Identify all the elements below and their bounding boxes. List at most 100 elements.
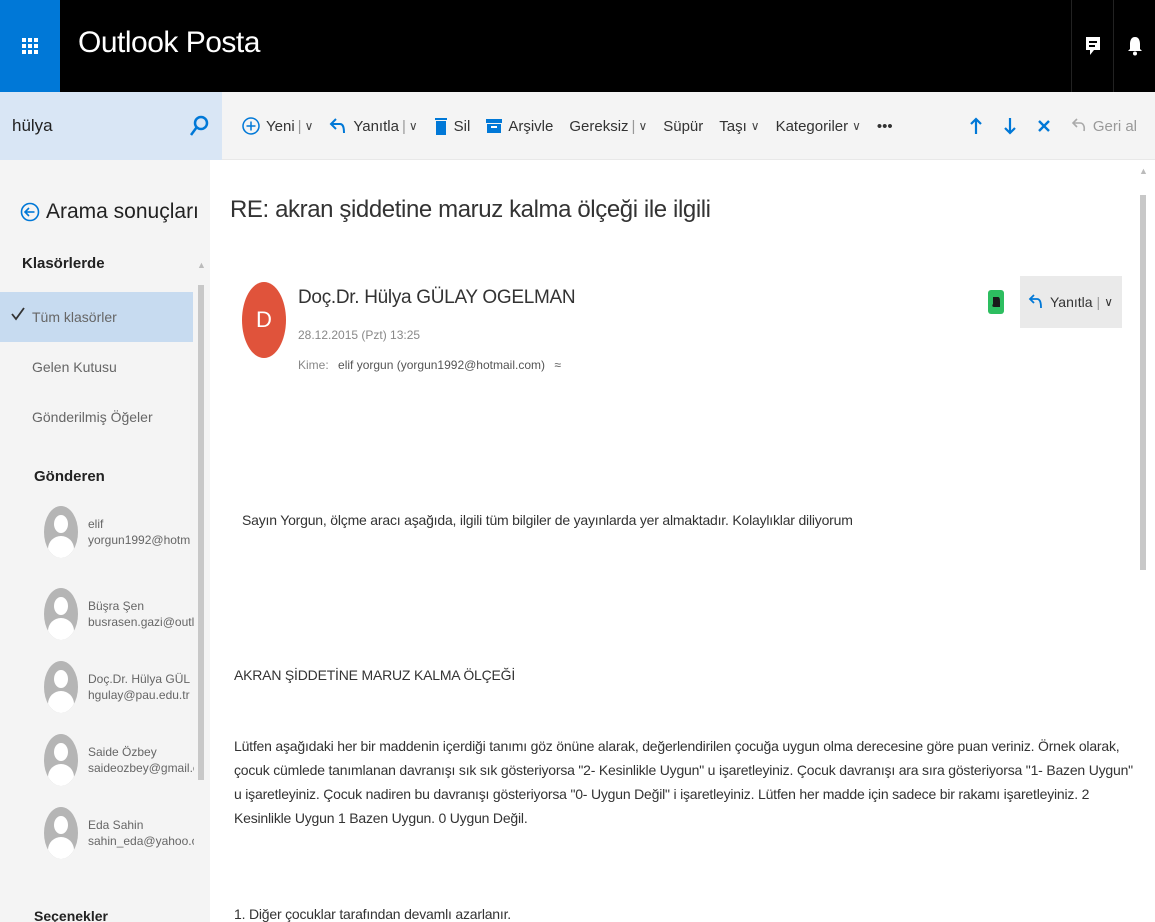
trash-icon <box>434 117 448 135</box>
reply-button-label: Yanıtla <box>1050 294 1093 310</box>
scroll-up-arrow-icon[interactable]: ▲ <box>197 260 206 270</box>
sender-avatar[interactable]: D <box>242 282 286 358</box>
folders-heading: Klasörlerde <box>22 255 105 272</box>
arrow-down-icon <box>1004 118 1016 135</box>
folder-sent-items[interactable]: Gönderilmiş Öğeler <box>0 392 193 442</box>
junk-button[interactable]: Gereksiz | ∨ <box>561 106 655 146</box>
chat-icon <box>1085 37 1100 55</box>
bell-icon <box>1127 37 1142 56</box>
avatar <box>44 588 78 640</box>
senders-heading: Gönderen <box>34 468 105 485</box>
sender-name: Büşra Şen <box>88 599 145 613</box>
search-input[interactable]: hülya <box>12 116 184 136</box>
sender-item[interactable]: Saide Özbey saideozbey@gmail.c <box>44 730 194 790</box>
archive-label: Arşivle <box>508 117 554 135</box>
message-date: 28.12.2015 (Pzt) 13:25 <box>298 328 421 342</box>
left-pane-scrollbar[interactable] <box>198 285 204 780</box>
recipients-line: Kime: elif yorgun (yorgun1992@hotmail.co… <box>298 358 561 372</box>
sender-item[interactable]: Eda Sahin sahin_eda@yahoo.c <box>44 803 194 863</box>
reading-pane: RE: akran şiddetine maruz kalma ölçeği i… <box>210 160 1155 922</box>
sender-item[interactable]: Büşra Şen busrasen.gazi@outl <box>44 584 194 644</box>
undo-icon <box>1071 118 1087 134</box>
skype-chat-button[interactable] <box>1071 0 1113 92</box>
close-message-button[interactable] <box>1027 106 1061 146</box>
avatar <box>44 661 78 713</box>
plus-circle-icon <box>242 117 260 135</box>
sender-item[interactable]: Doç.Dr. Hülya GÜL hgulay@pau.edu.tr <box>44 657 194 717</box>
evernote-icon[interactable] <box>988 290 1004 314</box>
scroll-up-arrow-icon[interactable]: ▲ <box>1139 166 1148 176</box>
sender-email: sahin_eda@yahoo.c <box>88 834 194 848</box>
body-scale-title: AKRAN ŞİDDETİNE MARUZ KALMA ÖLÇEĞİ <box>234 667 516 683</box>
notifications-button[interactable] <box>1113 0 1155 92</box>
sender-name: Saide Özbey <box>88 745 157 759</box>
folder-label: Tüm klasörler <box>32 309 117 325</box>
sender-name: Doç.Dr. Hülya GÜL <box>88 672 191 686</box>
undo-button[interactable]: Geri al <box>1061 106 1147 146</box>
reply-button[interactable]: Yanıtla | ∨ <box>1020 276 1122 328</box>
sender-name: Eda Sahin <box>88 818 144 832</box>
options-heading: Seçenekler <box>34 908 108 922</box>
back-arrow-icon <box>20 202 40 222</box>
chevron-down-icon[interactable]: ∨ <box>409 119 418 133</box>
more-icon: ••• <box>876 117 893 135</box>
app-launcher-button[interactable] <box>0 0 60 92</box>
top-bar: Outlook Posta <box>0 0 1155 92</box>
app-title[interactable]: Outlook Posta <box>78 26 260 60</box>
folder-inbox[interactable]: Gelen Kutusu <box>0 342 193 392</box>
archive-icon <box>486 119 503 133</box>
reply-command-button[interactable]: Yanıtla | ∨ <box>321 106 425 146</box>
recipient[interactable]: elif yorgun (yorgun1992@hotmail.com) <box>338 358 545 372</box>
search-box[interactable]: hülya <box>0 92 222 160</box>
chevron-down-icon[interactable]: ∨ <box>305 119 314 133</box>
sender-email: saideozbey@gmail.c <box>88 761 194 775</box>
sender-email: busrasen.gazi@outl <box>88 615 194 629</box>
reply-label: Yanıtla <box>353 117 399 135</box>
left-pane: Arama sonuçları Klasörlerde Tüm klasörle… <box>0 160 210 922</box>
sender-email: hgulay@pau.edu.tr <box>88 688 190 702</box>
categories-label: Kategoriler <box>775 117 849 135</box>
categories-button[interactable]: Kategoriler ∨ <box>768 106 869 146</box>
chevron-down-icon: ∨ <box>852 119 861 133</box>
folder-all-folders[interactable]: Tüm klasörler <box>0 292 193 342</box>
sweep-label: Süpür <box>663 117 704 135</box>
avatar <box>44 506 78 558</box>
previous-message-button[interactable] <box>959 106 993 146</box>
chevron-down-icon: ∨ <box>750 119 760 133</box>
move-label: Taşı <box>719 117 747 135</box>
collapse-chevron-icon[interactable]: ≈ <box>554 358 561 372</box>
close-icon <box>1037 120 1050 132</box>
undo-label: Geri al <box>1092 117 1137 135</box>
sender-item[interactable]: elif yorgun1992@hotm <box>44 502 194 562</box>
folder-label: Gelen Kutusu <box>32 359 117 375</box>
top-icons <box>1071 0 1155 92</box>
command-bar-right: Geri al <box>959 92 1147 160</box>
junk-label: Gereksiz <box>569 117 629 135</box>
search-icon[interactable] <box>184 111 214 141</box>
avatar <box>44 807 78 859</box>
reading-pane-scrollbar[interactable] <box>1140 195 1146 570</box>
to-label: Kime: <box>298 358 329 372</box>
command-bar-row: hülya Yeni | ∨ Yanıtla | ∨ Sil Arşivle G… <box>0 92 1155 160</box>
back-to-results-button[interactable]: Arama sonuçları <box>20 200 199 224</box>
next-message-button[interactable] <box>993 106 1027 146</box>
archive-button[interactable]: Arşivle <box>478 106 561 146</box>
avatar <box>44 734 78 786</box>
move-button[interactable]: Taşı ∨ <box>711 106 767 146</box>
arrow-up-icon <box>970 117 982 134</box>
folder-label: Gönderilmiş Öğeler <box>32 409 153 425</box>
delete-button[interactable]: Sil <box>426 106 479 146</box>
sender-name[interactable]: Doç.Dr. Hülya GÜLAY OGELMAN <box>298 287 576 309</box>
sender-email: yorgun1992@hotm <box>88 533 191 547</box>
chevron-down-icon[interactable]: ∨ <box>638 119 647 133</box>
chevron-down-icon[interactable]: ∨ <box>1104 295 1113 309</box>
reply-icon <box>1028 294 1044 310</box>
sweep-button[interactable]: Süpür <box>655 106 711 146</box>
new-button[interactable]: Yeni | ∨ <box>234 106 321 146</box>
reply-icon <box>329 117 347 135</box>
new-label: Yeni <box>266 117 295 135</box>
command-bar: Yeni | ∨ Yanıtla | ∨ Sil Arşivle Gereksiz … <box>234 92 901 160</box>
checkmark-icon <box>10 306 26 325</box>
message-subject: RE: akran şiddetine maruz kalma ölçeği i… <box>230 196 711 223</box>
more-actions-button[interactable]: ••• <box>869 106 901 146</box>
